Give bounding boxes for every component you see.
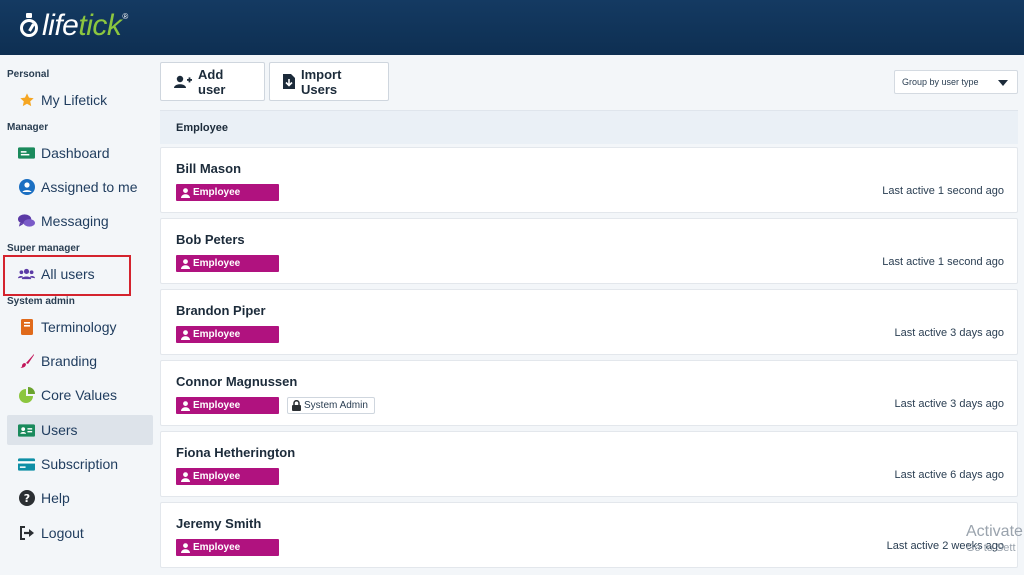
pie-icon	[18, 387, 35, 403]
user-icon	[181, 258, 190, 269]
user-name: Bill Mason	[176, 161, 242, 176]
file-import-icon	[283, 74, 295, 89]
sidebar-item-subscription[interactable]: Subscription	[7, 449, 153, 479]
role-badge: Employee	[176, 539, 279, 556]
watermark-line1: Activate	[966, 523, 1023, 540]
star-icon	[18, 92, 35, 108]
section-label-system-admin: System admin	[7, 296, 75, 307]
user-icon	[181, 187, 190, 198]
user-name: Brandon Piper	[176, 303, 266, 318]
sidebar-item-core-values[interactable]: Core Values	[7, 380, 153, 410]
stopwatch-icon	[18, 13, 40, 39]
top-header: lifetick ®	[0, 0, 1024, 55]
user-plus-icon	[174, 75, 192, 89]
sidebar-item-label: Messaging	[41, 213, 109, 229]
user-circle-icon	[18, 179, 35, 195]
sidebar-item-messaging[interactable]: Messaging	[7, 206, 153, 236]
sidebar: Personal My Lifetick Manager Dashboard A…	[0, 55, 158, 575]
add-user-label: Add user	[198, 66, 226, 97]
sidebar-item-label: Core Values	[41, 387, 118, 403]
svg-text:?: ?	[23, 492, 29, 505]
system-admin-badge: System Admin	[287, 397, 375, 414]
sidebar-item-label: Terminology	[41, 319, 117, 335]
sidebar-item-label: Logout	[41, 525, 84, 541]
user-icon	[181, 400, 190, 411]
sidebar-item-terminology[interactable]: Terminology	[7, 312, 153, 342]
role-label: Employee	[193, 471, 241, 482]
role-label: Employee	[193, 542, 241, 553]
lifetick-logo[interactable]: lifetick ®	[18, 8, 128, 44]
last-active-text: Last active 3 days ago	[894, 398, 1004, 410]
main-content: Add user Import Users Group by user type…	[160, 55, 1024, 575]
sidebar-item-label: Users	[41, 422, 78, 438]
user-row[interactable]: Fiona Hetherington Employee Last active …	[160, 431, 1018, 497]
sidebar-item-label: Help	[41, 490, 70, 506]
sidebar-item-users[interactable]: Users	[7, 415, 153, 445]
user-name: Bob Peters	[176, 232, 245, 247]
group-by-select[interactable]: Group by user type	[894, 70, 1018, 94]
section-label-manager: Manager	[7, 122, 49, 133]
sidebar-item-label: Dashboard	[41, 145, 110, 161]
role-badge: Employee	[176, 397, 279, 414]
role-badge: Employee	[176, 184, 279, 201]
sidebar-item-label: Assigned to me	[41, 179, 138, 195]
dashboard-icon	[18, 145, 35, 161]
last-active-text: Last active 1 second ago	[882, 185, 1004, 197]
chat-icon	[18, 213, 35, 229]
role-label: Employee	[193, 258, 241, 269]
user-row[interactable]: Bill Mason Employee Last active 1 second…	[160, 147, 1018, 213]
sidebar-item-label: Subscription	[41, 456, 119, 472]
last-active-text: Last active 1 second ago	[882, 256, 1004, 268]
user-name: Jeremy Smith	[176, 516, 262, 531]
sidebar-item-help[interactable]: ? Help	[7, 483, 153, 513]
highlight-annotation	[3, 255, 131, 296]
user-row[interactable]: Bob Peters Employee Last active 1 second…	[160, 218, 1018, 284]
user-name: Fiona Hetherington	[176, 445, 296, 460]
logout-icon	[18, 525, 35, 541]
user-icon	[181, 542, 190, 553]
group-header-employee: Employee	[160, 110, 1018, 144]
user-row[interactable]: Jeremy Smith Employee Last active 2 week…	[160, 502, 1018, 568]
user-name: Connor Magnussen	[176, 374, 298, 389]
user-row[interactable]: Brandon Piper Employee Last active 3 day…	[160, 289, 1018, 355]
help-icon: ?	[18, 490, 35, 506]
brush-icon	[18, 353, 35, 369]
sidebar-item-label: Branding	[41, 353, 98, 369]
role-label: Employee	[193, 187, 241, 198]
import-users-button[interactable]: Import Users	[269, 62, 389, 101]
section-label-super-manager: Super manager	[7, 243, 80, 254]
group-by-value: Group by user type	[902, 77, 979, 87]
registered-mark: ®	[122, 12, 129, 21]
role-badge: Employee	[176, 255, 279, 272]
last-active-text: Last active 6 days ago	[894, 469, 1004, 481]
user-icon	[181, 471, 190, 482]
sidebar-item-logout[interactable]: Logout	[7, 518, 153, 548]
import-users-label: Import Users	[301, 66, 342, 97]
section-label-personal: Personal	[7, 69, 50, 80]
sidebar-item-dashboard[interactable]: Dashboard	[7, 138, 153, 168]
activation-watermark: Activate Go to Sett	[966, 522, 1023, 554]
role-badge: Employee	[176, 326, 279, 343]
id-card-icon	[18, 422, 35, 438]
system-admin-label: System Admin	[304, 400, 368, 411]
sidebar-item-my-lifetick[interactable]: My Lifetick	[7, 85, 153, 115]
sidebar-item-assigned-to-me[interactable]: Assigned to me	[7, 172, 153, 202]
user-row[interactable]: Connor Magnussen Employee System Admin L…	[160, 360, 1018, 426]
last-active-text: Last active 3 days ago	[894, 327, 1004, 339]
role-badge: Employee	[176, 468, 279, 485]
book-icon	[18, 319, 35, 335]
lock-icon	[292, 400, 301, 411]
watermark-line2: Go to Sett	[966, 542, 1016, 554]
sidebar-item-label: My Lifetick	[41, 92, 108, 108]
add-user-button[interactable]: Add user	[160, 62, 265, 101]
user-icon	[181, 329, 190, 340]
role-label: Employee	[193, 400, 241, 411]
logo-text: lifetick	[42, 9, 122, 42]
credit-card-icon	[18, 456, 35, 472]
sidebar-item-branding[interactable]: Branding	[7, 346, 153, 376]
role-label: Employee	[193, 329, 241, 340]
chevron-down-icon	[998, 80, 1008, 86]
